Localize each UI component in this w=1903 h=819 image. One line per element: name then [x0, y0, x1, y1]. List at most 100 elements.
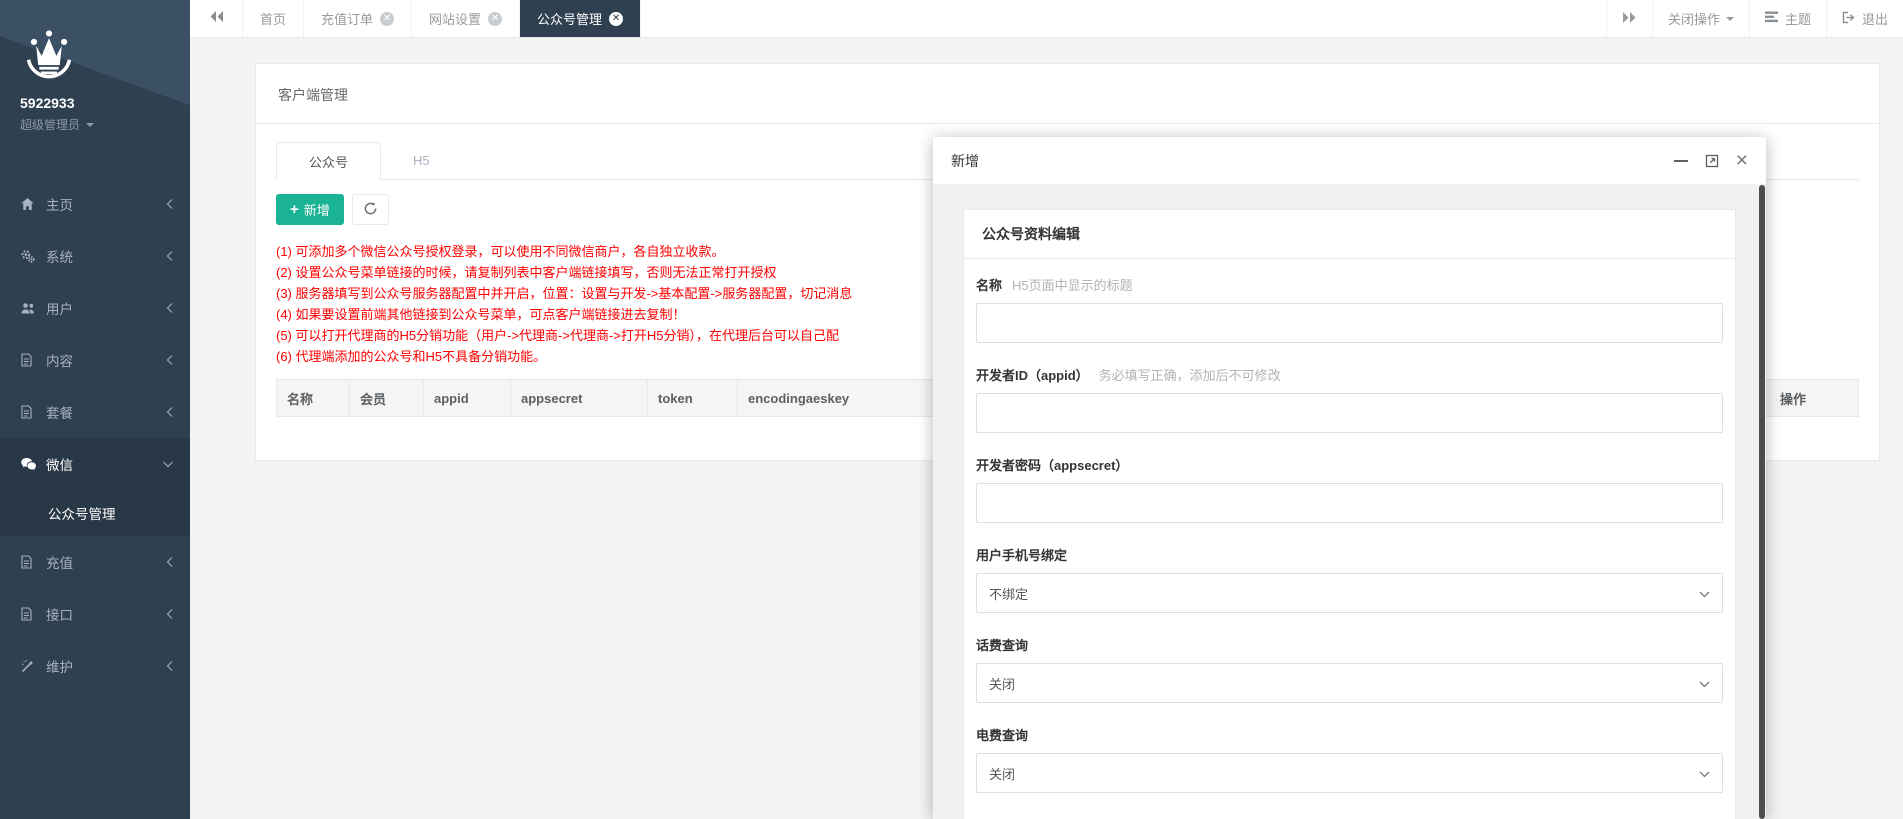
column-header-token: token — [648, 380, 738, 416]
tab-official-account[interactable]: 公众号 — [276, 142, 381, 180]
role-dropdown[interactable]: 超级管理员 — [20, 116, 190, 133]
form-group-phone-bill-query: 话费查询 关闭 — [976, 635, 1723, 703]
field-label: 话费查询 — [976, 635, 1723, 654]
app-window: 5922933 超级管理员 主页 — [0, 0, 1903, 819]
file-icon — [20, 353, 37, 367]
tab-label: H5 — [413, 153, 430, 168]
selected-value: 关闭 — [989, 764, 1015, 783]
magic-wand-icon — [20, 659, 37, 673]
appsecret-field[interactable] — [976, 483, 1723, 523]
column-header-actions: 操作 — [1770, 380, 1858, 416]
tab-recharge-orders[interactable]: 充值订单 ✕ — [304, 0, 412, 37]
chevron-left-icon — [165, 354, 174, 366]
add-button-label: 新增 — [304, 200, 330, 219]
sidebar-item-system[interactable]: 系统 — [0, 230, 190, 282]
refresh-button[interactable] — [352, 194, 389, 225]
tab-label: 充值订单 — [321, 9, 373, 28]
tab-home[interactable]: 首页 — [243, 0, 304, 37]
theme-label: 主题 — [1785, 9, 1811, 28]
caret-down-icon — [1726, 17, 1734, 21]
phone-bill-query-select[interactable]: 关闭 — [976, 663, 1723, 703]
expand-tabs-right-button[interactable] — [1606, 0, 1652, 37]
file-icon — [20, 555, 37, 569]
logout-button[interactable]: 退出 — [1826, 0, 1903, 37]
gears-icon — [20, 249, 37, 263]
brand-area: 5922933 超级管理员 — [0, 0, 190, 150]
dialog-scrollbar[interactable] — [1759, 185, 1765, 819]
crown-logo-icon — [20, 28, 190, 88]
refresh-icon — [363, 201, 378, 219]
sidebar-item-recharge[interactable]: 充值 — [0, 536, 190, 588]
close-operations-dropdown[interactable]: 关闭操作 — [1652, 0, 1749, 37]
sidebar-subitem-official-accounts[interactable]: 公众号管理 — [0, 490, 190, 536]
plus-icon: + — [290, 202, 299, 217]
close-icon[interactable]: × — [1736, 150, 1748, 171]
label-text: 电费查询 — [976, 728, 1028, 743]
chevron-left-icon — [165, 302, 174, 314]
sidebar-item-label: 套餐 — [46, 402, 73, 422]
close-operations-label: 关闭操作 — [1668, 9, 1720, 28]
tab-strip: 首页 充值订单 ✕ 网站设置 ✕ 公众号管理 ✕ — [242, 0, 641, 37]
field-hint: 务必填写正确，添加后不可修改 — [1099, 368, 1281, 383]
column-header-appid: appid — [424, 380, 511, 416]
sidebar-item-label: 充值 — [46, 552, 73, 572]
tab-h5[interactable]: H5 — [381, 141, 462, 179]
wechat-icon — [20, 457, 37, 471]
theme-button[interactable]: 主题 — [1749, 0, 1826, 37]
dialog-controls: × — [1674, 150, 1748, 171]
label-text: 名称 — [976, 278, 1002, 293]
close-icon[interactable]: ✕ — [380, 12, 394, 26]
form-group-appid: 开发者ID（appid） 务必填写正确，添加后不可修改 — [976, 365, 1723, 433]
phone-binding-select[interactable]: 不绑定 — [976, 573, 1723, 613]
sidebar-item-label: 主页 — [46, 194, 73, 214]
maximize-icon[interactable] — [1705, 154, 1719, 168]
sidebar-item-label: 用户 — [46, 298, 73, 318]
column-header-member: 会员 — [350, 380, 424, 416]
collapse-tabs-left-button[interactable] — [190, 0, 242, 37]
field-hint: H5页面中显示的标题 — [1012, 278, 1133, 293]
form-group-phone-binding: 用户手机号绑定 不绑定 — [976, 545, 1723, 613]
sidebar-item-content[interactable]: 内容 — [0, 334, 190, 386]
close-icon[interactable]: ✕ — [488, 12, 502, 26]
chevron-left-icon — [165, 406, 174, 418]
add-dialog: 新增 × 公众号资料编辑 名称H5页面中显示的标题 — [933, 137, 1766, 819]
label-text: 话费查询 — [976, 638, 1028, 653]
sidebar-item-wechat[interactable]: 微信 — [0, 438, 190, 490]
sidebar-item-api[interactable]: 接口 — [0, 588, 190, 640]
tab-label: 公众号 — [309, 152, 348, 171]
close-icon[interactable]: ✕ — [609, 12, 623, 26]
dialog-header[interactable]: 新增 × — [933, 137, 1766, 185]
tab-label: 首页 — [260, 9, 286, 28]
add-button[interactable]: + 新增 — [276, 194, 344, 225]
minimize-icon[interactable] — [1674, 160, 1688, 162]
double-chevron-left-icon — [209, 10, 224, 28]
topbar: 首页 充值订单 ✕ 网站设置 ✕ 公众号管理 ✕ 关闭操作 — [190, 0, 1903, 38]
sidebar-section-wechat: 微信 公众号管理 — [0, 438, 190, 536]
field-label: 用户手机号绑定 — [976, 545, 1723, 564]
official-account-edit-panel: 公众号资料编辑 名称H5页面中显示的标题 开发者ID（appid）务必填写正确，… — [963, 209, 1736, 819]
form-group-appsecret: 开发者密码（appsecret） — [976, 455, 1723, 523]
tab-official-account-management[interactable]: 公众号管理 ✕ — [520, 0, 641, 37]
sidebar-item-users[interactable]: 用户 — [0, 282, 190, 334]
sidebar-item-label: 内容 — [46, 350, 73, 370]
form-group-name: 名称 H5页面中显示的标题 — [976, 275, 1723, 343]
sidebar-item-home[interactable]: 主页 — [0, 178, 190, 230]
username: 5922933 — [20, 95, 190, 111]
name-field[interactable] — [976, 303, 1723, 343]
electric-bill-query-select[interactable]: 关闭 — [976, 753, 1723, 793]
home-icon — [20, 197, 37, 211]
sidebar-item-packages[interactable]: 套餐 — [0, 386, 190, 438]
field-label: 开发者密码（appsecret） — [976, 455, 1723, 474]
tab-site-settings[interactable]: 网站设置 ✕ — [412, 0, 520, 37]
tab-label: 公众号管理 — [537, 9, 602, 28]
chevron-down-icon — [1699, 766, 1710, 781]
chevron-left-icon — [165, 660, 174, 672]
sidebar: 5922933 超级管理员 主页 — [0, 0, 190, 819]
selected-value: 不绑定 — [989, 584, 1028, 603]
appid-field[interactable] — [976, 393, 1723, 433]
label-text: 开发者密码（appsecret） — [976, 458, 1128, 473]
label-text: 开发者ID（appid） — [976, 368, 1089, 383]
chevron-left-icon — [165, 556, 174, 568]
sidebar-item-maintenance[interactable]: 维护 — [0, 640, 190, 692]
label-text: 用户手机号绑定 — [976, 548, 1067, 563]
